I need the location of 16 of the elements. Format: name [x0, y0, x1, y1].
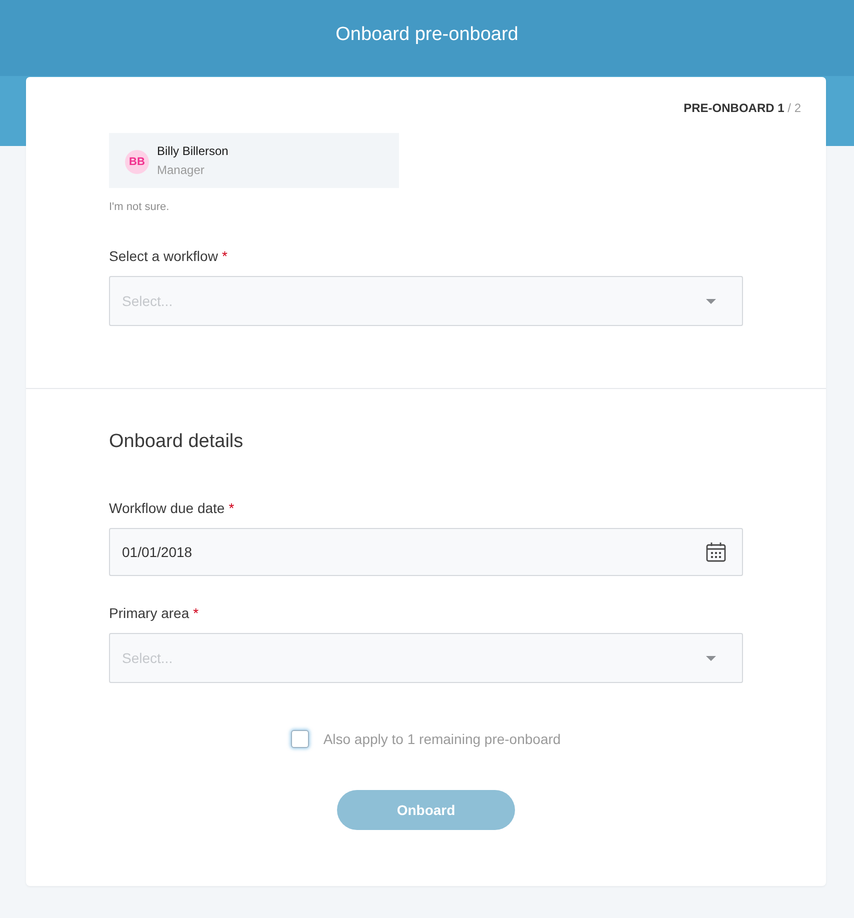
field-label: Workflow due date * [109, 499, 234, 517]
hint-text: I'm not sure. [109, 200, 170, 214]
checkbox-label[interactable]: Also apply to 1 remaining pre-onboard [323, 730, 561, 748]
initials-avatar: BB [125, 150, 149, 174]
field-label: Select a workflow * [109, 247, 228, 265]
calendar-icon [706, 542, 726, 562]
page-title: Onboard pre-onboard [336, 23, 518, 47]
assignee-role: Manager [157, 162, 206, 178]
dropdown-caret-icon [706, 656, 716, 660]
assignee-name: Billy Billerson [157, 142, 228, 160]
field-label: Primary area * [109, 604, 199, 622]
step-indicator: PRE-ONBOARD 1 / 2 [684, 100, 801, 116]
dropdown-caret-icon [706, 298, 716, 304]
date-field[interactable]: 01/01/2018 [109, 528, 743, 576]
section-title: Onboard details [109, 430, 244, 454]
checkbox[interactable] [291, 730, 310, 748]
